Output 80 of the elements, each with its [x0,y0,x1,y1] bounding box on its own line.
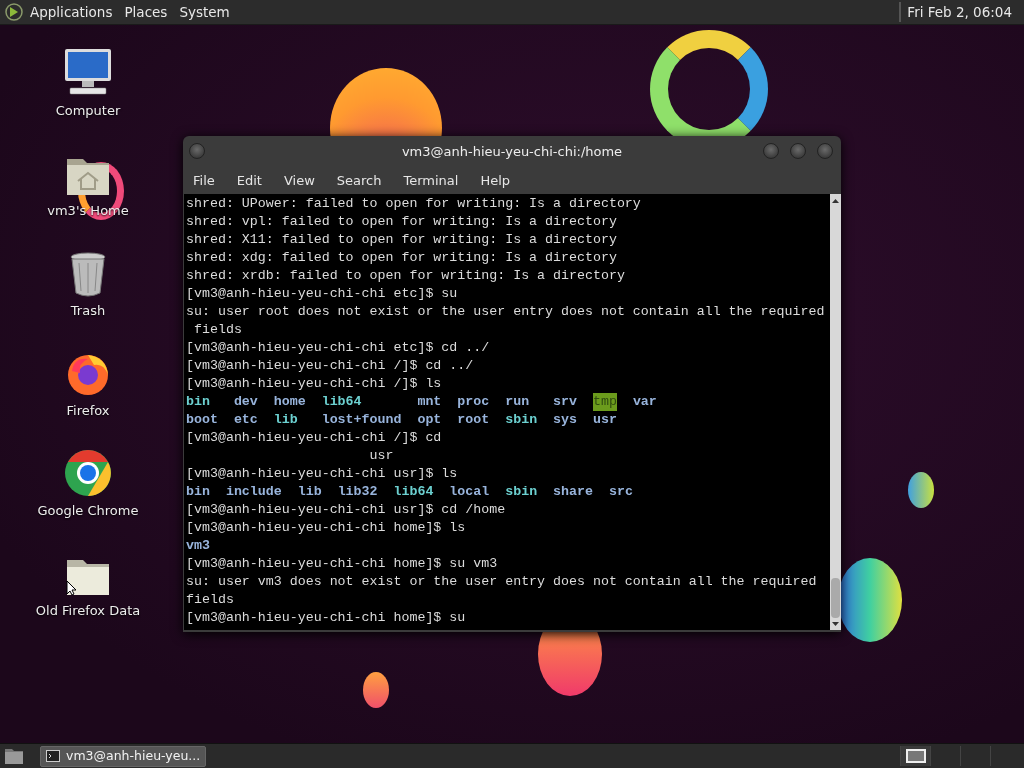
file-name: local [449,483,490,501]
menu-item[interactable]: File [193,171,215,191]
terminal-line: fields [186,591,235,609]
gradient-blob [908,472,934,508]
file-name: lib32 [337,483,378,501]
taskbar-button[interactable]: vm3@anh-hieu-yeu... [40,745,207,767]
file-name: srv [553,393,577,411]
file-name: lost+found [321,411,402,429]
scroll-up-icon[interactable] [830,196,841,206]
maximize-button[interactable] [790,143,806,159]
file-name: dev [233,393,258,411]
icon-label[interactable]: Computer [55,101,121,121]
panel-menu[interactable]: Places [118,1,174,23]
terminal-line: [vm3@anh-hieu-yeu-chi-chi usr]$ ls [186,465,459,483]
terminal-line: [vm3@anh-hieu-yeu-chi-chi /]$ cd [186,429,443,447]
file-name: sbin [505,483,538,501]
file-name: sys [553,411,577,429]
terminal-line: shred: X11: failed to open for writing: Is a directory [186,231,618,249]
file-name: share [553,483,593,501]
terminal-line: shred: UPower: failed to open for writing: Is a directory [186,195,642,213]
logo-icon[interactable] [4,2,24,22]
terminal-line: su: user root does not exist or the user entry does not contain all the required [186,303,826,321]
terminal-line: [vm3@anh-hieu-yeu-chi-chi home]$ su vm3 [186,555,499,573]
terminal-line: usr [368,447,395,465]
file-name: lib [273,411,298,429]
icon-label[interactable]: Firefox [66,401,110,421]
workspace[interactable] [900,746,930,766]
file-name: src [608,483,633,501]
terminal-line: shred: xrdb: failed to open for writing: Is a directory [186,267,626,285]
file-name: vm3 [186,537,210,555]
file-name: bin [186,393,210,411]
terminal-line: [vm3@anh-hieu-yeu-chi-chi /]$ ls [186,375,443,393]
file-name: lib [297,483,322,501]
icon-label[interactable]: Old Firefox Data [35,601,141,621]
clock[interactable]: Fri Feb 2, 06:04 [899,1,1020,23]
file-name: mnt [417,393,442,411]
file-name: boot [186,411,218,429]
minimize-button[interactable] [817,143,833,159]
terminal-line: [vm3@anh-hieu-yeu-chi-chi /]$ cd ../ [186,357,475,375]
gradient-blob [363,672,389,708]
terminal-line: su: user vm3 does not exist or the user entry does not contain all the required [186,573,818,591]
icon-label[interactable]: Google Chrome [37,501,139,521]
terminal-line: [vm3@anh-hieu-yeu-chi-chi home]$ su [186,609,467,627]
terminal-line: [vm3@anh-hieu-yeu-chi-chi etc]$ cd ../ [186,339,491,357]
file-name: lib64 [321,393,362,411]
file-name: sbin [505,411,538,429]
file-name: etc [233,411,258,429]
scrollbar[interactable] [830,194,841,630]
file-name: run [505,393,530,411]
panel-menu[interactable]: System [173,1,236,23]
file-name: proc [457,393,490,411]
file-name: home [273,393,306,411]
terminal-line: [vm3@anh-hieu-yeu-chi-chi etc]$ su [186,285,459,303]
file-name: usr [592,411,617,429]
file-name: root [457,411,490,429]
menu-item[interactable]: Search [336,171,382,191]
menu-item[interactable]: Help [480,171,511,191]
file-name: opt [417,411,442,429]
window-title: vm3@anh-hieu-yeu-chi-chi:/home [401,143,623,162]
scroll-thumb[interactable] [831,578,840,618]
terminal-icon [46,750,60,762]
terminal-line: shred: vpl: failed to open for writing: Is a directory [186,213,618,231]
file-name: bin [186,483,210,501]
terminal-line: [vm3@anh-hieu-yeu-chi-chi home]$ ls [186,519,467,537]
terminal-line: [vm3@anh-hieu-yeu-chi-chi usr]$ cd /home [186,501,507,519]
icon-label[interactable]: Trash [70,301,106,321]
show-desktop-icon[interactable] [4,747,24,765]
file-name: var [632,393,657,411]
file-name: include [225,483,282,501]
pointer-icon [66,580,76,596]
close-button[interactable] [763,143,779,159]
menu-item[interactable]: View [283,171,315,191]
terminal-line: shred: xdg: failed to open for writing: Is a directory [186,249,618,267]
panel-menu[interactable]: Applications [24,1,119,23]
menu-item[interactable]: Edit [236,171,262,191]
menu-item[interactable]: Terminal [403,171,459,191]
file-name: tmp [592,393,617,411]
window-menu-button[interactable] [189,143,205,159]
file-name: lib64 [393,483,434,501]
terminal-line: fields [192,321,243,339]
